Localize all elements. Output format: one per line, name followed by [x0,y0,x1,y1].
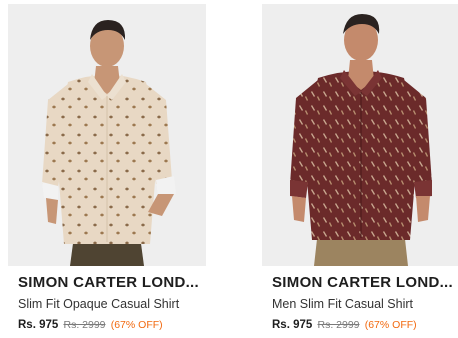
discount-badge: (67% OFF) [110,319,163,331]
product-card[interactable]: SIMON CARTER LOND... Slim Fit Opaque Cas… [8,0,206,338]
product-grid: SIMON CARTER LOND... Slim Fit Opaque Cas… [0,0,458,338]
product-card[interactable]: SIMON CARTER LOND... Men Slim Fit Casual… [262,0,458,338]
model-photo-maroon-shirt [262,4,458,266]
product-brand[interactable]: SIMON CARTER LOND... [272,274,458,291]
product-image[interactable] [262,4,458,266]
original-price: Rs. 2999 [317,319,360,331]
selling-price: Rs. 975 [18,319,59,331]
price-row: Rs. 975 Rs. 2999 (67% OFF) [272,319,417,331]
discount-badge: (67% OFF) [364,319,417,331]
product-title[interactable]: Men Slim Fit Casual Shirt [272,297,458,311]
original-price: Rs. 2999 [63,319,106,331]
product-brand[interactable]: SIMON CARTER LOND... [18,274,204,291]
price-row: Rs. 975 Rs. 2999 (67% OFF) [18,319,163,331]
selling-price: Rs. 975 [272,319,313,331]
product-image[interactable] [8,4,206,266]
model-photo-beige-shirt [8,4,206,266]
product-title[interactable]: Slim Fit Opaque Casual Shirt [18,297,204,311]
